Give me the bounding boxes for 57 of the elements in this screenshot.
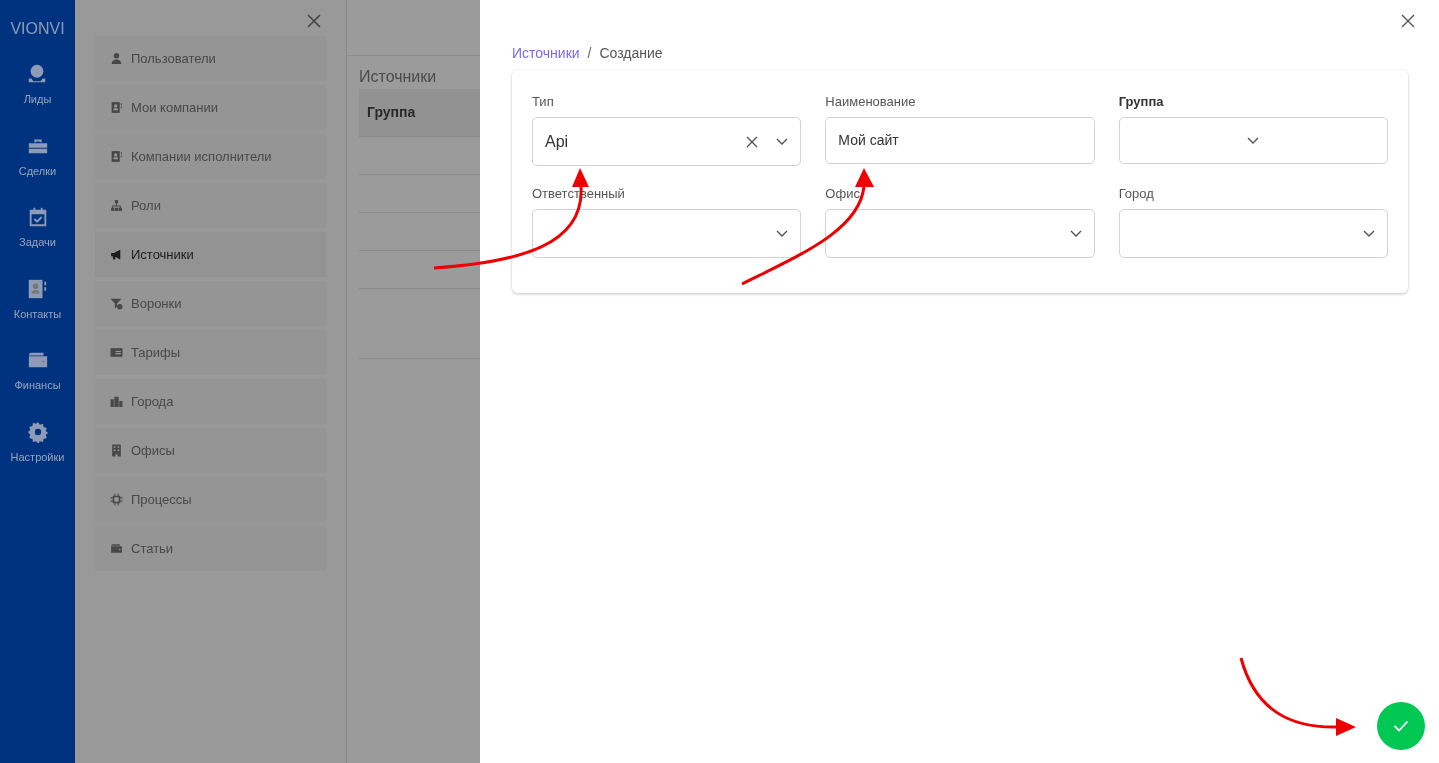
building-icon <box>110 444 123 457</box>
check-icon <box>1393 720 1409 732</box>
chevron-down-icon <box>1363 229 1375 238</box>
select-field[interactable] <box>532 209 802 258</box>
contact-book-icon <box>110 150 123 163</box>
chevron-down-icon <box>776 137 789 146</box>
settings-menu-item[interactable]: Статьи <box>95 526 326 571</box>
field-label: Город <box>1118 185 1155 200</box>
settings-icon <box>26 420 49 443</box>
breadcrumb-current: Создание <box>599 44 663 63</box>
field-label: Группа <box>1118 93 1165 108</box>
contact-book-icon <box>110 101 123 114</box>
field-label: Тип <box>532 93 555 108</box>
settings-menu-item[interactable]: Пользователи <box>95 36 326 81</box>
select-field[interactable] <box>1118 117 1388 164</box>
hierarchy-icon <box>110 199 123 212</box>
select-field[interactable] <box>1118 209 1388 258</box>
field-label: Наименование <box>825 93 917 108</box>
chevron-down-icon <box>1247 136 1260 145</box>
settings-menu-item[interactable]: Мои компании <box>95 85 326 130</box>
nav-item[interactable]: Настройки <box>10 420 65 465</box>
close-icon[interactable] <box>307 14 321 28</box>
nav-item[interactable]: Финансы <box>14 349 61 394</box>
chevron-down-icon <box>1069 229 1082 238</box>
settings-menu-item[interactable]: Воронки <box>95 281 326 326</box>
chip-icon <box>110 493 123 506</box>
input-field[interactable]: Мой сайт <box>825 117 1095 164</box>
confirm-button[interactable] <box>1377 702 1425 750</box>
nav-item[interactable]: Лиды <box>23 63 52 108</box>
close-icon[interactable] <box>1401 14 1415 28</box>
contact-book-icon <box>26 277 49 300</box>
chevron-down-icon <box>776 229 789 238</box>
settings-menu-item[interactable]: Процессы <box>95 477 326 522</box>
breadcrumb-link[interactable]: Источники <box>512 43 580 64</box>
megaphone-icon <box>110 248 123 261</box>
wallet-icon <box>110 542 123 555</box>
nav-item[interactable]: Задачи <box>19 206 56 251</box>
select-field[interactable]: Api <box>532 117 802 166</box>
breadcrumb-separator: / <box>587 44 592 63</box>
nav-item[interactable]: Сделки <box>18 134 57 179</box>
page-title: Источники <box>359 67 438 87</box>
nav-item[interactable]: Контакты <box>13 277 62 322</box>
funnel-icon <box>110 297 123 310</box>
city-icon <box>110 395 123 408</box>
settings-menu-item[interactable]: Тарифы <box>95 330 326 375</box>
logo: VIONVI <box>10 19 65 39</box>
clear-icon[interactable] <box>746 135 759 148</box>
settings-menu-item[interactable]: Офисы <box>95 428 326 473</box>
select-field[interactable] <box>825 209 1095 258</box>
field-label: Офис <box>825 185 861 200</box>
settings-menu-item[interactable]: Роли <box>95 183 326 228</box>
user-icon <box>110 52 123 65</box>
table-header: Группа <box>359 89 480 137</box>
settings-menu-item[interactable]: Компании исполнители <box>95 134 326 179</box>
card-icon <box>110 346 123 359</box>
settings-menu-item[interactable]: Города <box>95 379 326 424</box>
settings-menu-item[interactable]: Источники <box>95 232 326 277</box>
